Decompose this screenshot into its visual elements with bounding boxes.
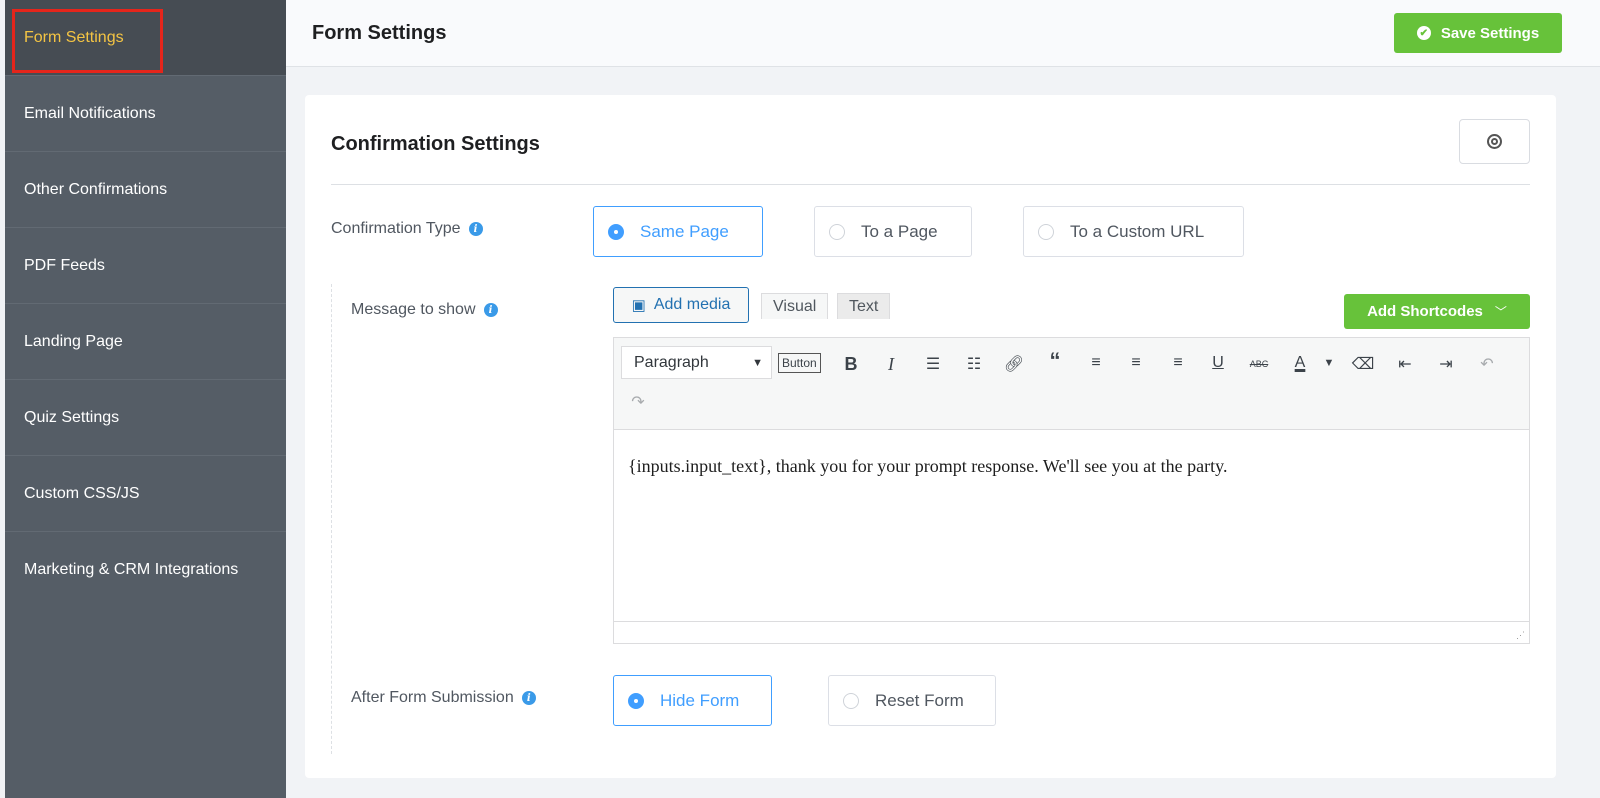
sidebar-item-email-notifications[interactable]: Email Notifications (5, 76, 286, 152)
sidebar-item-marketing-crm[interactable]: Marketing & CRM Integrations (5, 532, 286, 608)
italic-icon[interactable]: I (878, 354, 904, 375)
radio-label: To a Page (861, 221, 938, 241)
add-shortcodes-button[interactable]: Add Shortcodes ﹀ (1344, 294, 1530, 329)
sidebar-item-other-confirmations[interactable]: Other Confirmations (5, 152, 286, 228)
radio-custom-url[interactable]: To a Custom URL (1023, 206, 1244, 257)
tab-label: Text (849, 297, 879, 315)
caret-down-icon: ▼ (752, 356, 763, 369)
blockquote-icon[interactable]: “ (1042, 348, 1068, 374)
rich-text-editor: Paragraph ▼ Button B I ☰ ☷ 🔗︎ “ ≡ ≡ ≡ U A… (613, 337, 1530, 644)
outdent-icon[interactable]: ⇤ (1392, 354, 1418, 374)
info-icon[interactable]: i (521, 691, 536, 705)
strikethrough-icon[interactable]: ABC (1246, 359, 1272, 369)
sidebar-item-pdf-feeds[interactable]: PDF Feeds (5, 228, 286, 304)
section-indent-line (331, 284, 332, 754)
eraser-icon[interactable]: ⌫ (1350, 354, 1376, 374)
radio-label: Hide Form (660, 690, 740, 710)
format-value: Paragraph (634, 353, 709, 371)
radio-reset-form[interactable]: Reset Form (828, 675, 996, 726)
radio-label: Reset Form (875, 690, 964, 710)
radio-dot (829, 223, 845, 240)
bullet-list-icon[interactable]: ☰ (920, 354, 946, 374)
align-left-icon[interactable]: ≡ (1083, 354, 1109, 372)
undo-icon[interactable]: ↶ (1474, 354, 1500, 374)
link-icon[interactable]: 🔗︎ (1001, 354, 1027, 374)
tab-text[interactable]: Text (837, 293, 891, 319)
align-right-icon[interactable]: ≡ (1165, 354, 1191, 372)
label-text: After Form Submission (351, 689, 514, 706)
redo-icon[interactable]: ↷ (625, 392, 651, 412)
editor-toolbar: Paragraph ▼ Button B I ☰ ☷ 🔗︎ “ ≡ ≡ ≡ U A… (614, 338, 1529, 430)
header: Form Settings ✔ Save Settings (286, 0, 1600, 67)
label-text: Confirmation Type (331, 220, 461, 237)
shortcodes-label: Add Shortcodes (1367, 303, 1483, 320)
radio-same-page[interactable]: Same Page (593, 206, 763, 257)
after-submission-label: After Form Submission i (351, 689, 536, 707)
text-color-icon[interactable]: A (1287, 354, 1313, 372)
sidebar-item-quiz-settings[interactable]: Quiz Settings (5, 380, 286, 456)
tab-visual[interactable]: Visual (761, 293, 829, 319)
lifebuoy-icon (1487, 134, 1502, 149)
sidebar-item-label: Quiz Settings (24, 408, 120, 426)
radio-dot (843, 692, 859, 709)
add-media-label: Add media (653, 296, 731, 313)
sidebar: Form Settings Email Notifications Other … (5, 0, 286, 798)
radio-dot (608, 223, 624, 240)
page-title: Form Settings (312, 21, 447, 44)
card-title: Confirmation Settings (331, 133, 540, 155)
save-settings-button[interactable]: ✔ Save Settings (1394, 13, 1562, 53)
sidebar-item-label: Email Notifications (24, 104, 156, 122)
chevron-down-icon: ﹀ (1494, 305, 1507, 319)
bold-icon[interactable]: B (838, 354, 864, 375)
save-label: Save Settings (1440, 24, 1540, 42)
divider (331, 184, 1530, 185)
sidebar-item-label: Landing Page (24, 332, 123, 350)
info-icon[interactable]: i (468, 222, 483, 236)
insert-button-button[interactable]: Button (778, 353, 821, 373)
check-circle-icon: ✔ (1416, 26, 1431, 40)
sidebar-item-label: Marketing & CRM Integrations (24, 561, 239, 578)
caret-down-icon[interactable]: ▼ (1316, 357, 1342, 369)
radio-label: To a Custom URL (1070, 221, 1205, 241)
radio-label: Same Page (640, 221, 729, 241)
help-button[interactable] (1459, 119, 1530, 164)
tab-label: Visual (773, 297, 817, 315)
button-label: Button (782, 356, 817, 370)
radio-dot (1038, 223, 1054, 240)
sidebar-item-form-settings[interactable]: Form Settings (5, 0, 286, 76)
sidebar-item-label: Form Settings (24, 28, 124, 46)
radio-to-a-page[interactable]: To a Page (814, 206, 972, 257)
indent-icon[interactable]: ⇥ (1433, 354, 1459, 374)
underline-icon[interactable]: U (1205, 354, 1231, 372)
sidebar-item-custom-css-js[interactable]: Custom CSS/JS (5, 456, 286, 532)
format-select[interactable]: Paragraph ▼ (621, 346, 772, 379)
sidebar-item-label: Custom CSS/JS (24, 484, 140, 502)
confirmation-settings-card: Confirmation Settings Confirmation Type i… (305, 95, 1556, 778)
info-icon[interactable]: i (483, 303, 498, 317)
numbered-list-icon[interactable]: ☷ (961, 354, 987, 374)
label-text: Message to show (351, 301, 476, 318)
sidebar-item-landing-page[interactable]: Landing Page (5, 304, 286, 380)
media-icon: ▣ (631, 297, 646, 314)
resize-handle-icon[interactable]: ⋰ (1516, 630, 1525, 641)
sidebar-item-label: Other Confirmations (24, 180, 168, 198)
add-media-button[interactable]: ▣ Add media (613, 287, 749, 323)
radio-hide-form[interactable]: Hide Form (613, 675, 772, 726)
editor-content[interactable]: {inputs.input_text}, thank you for your … (614, 430, 1529, 503)
radio-dot (628, 692, 644, 709)
editor-statusbar: ⋰ (614, 621, 1529, 643)
sidebar-item-label: PDF Feeds (24, 256, 105, 274)
align-center-icon[interactable]: ≡ (1123, 354, 1149, 372)
confirmation-type-label: Confirmation Type i (331, 220, 483, 238)
message-label: Message to show i (351, 301, 498, 319)
